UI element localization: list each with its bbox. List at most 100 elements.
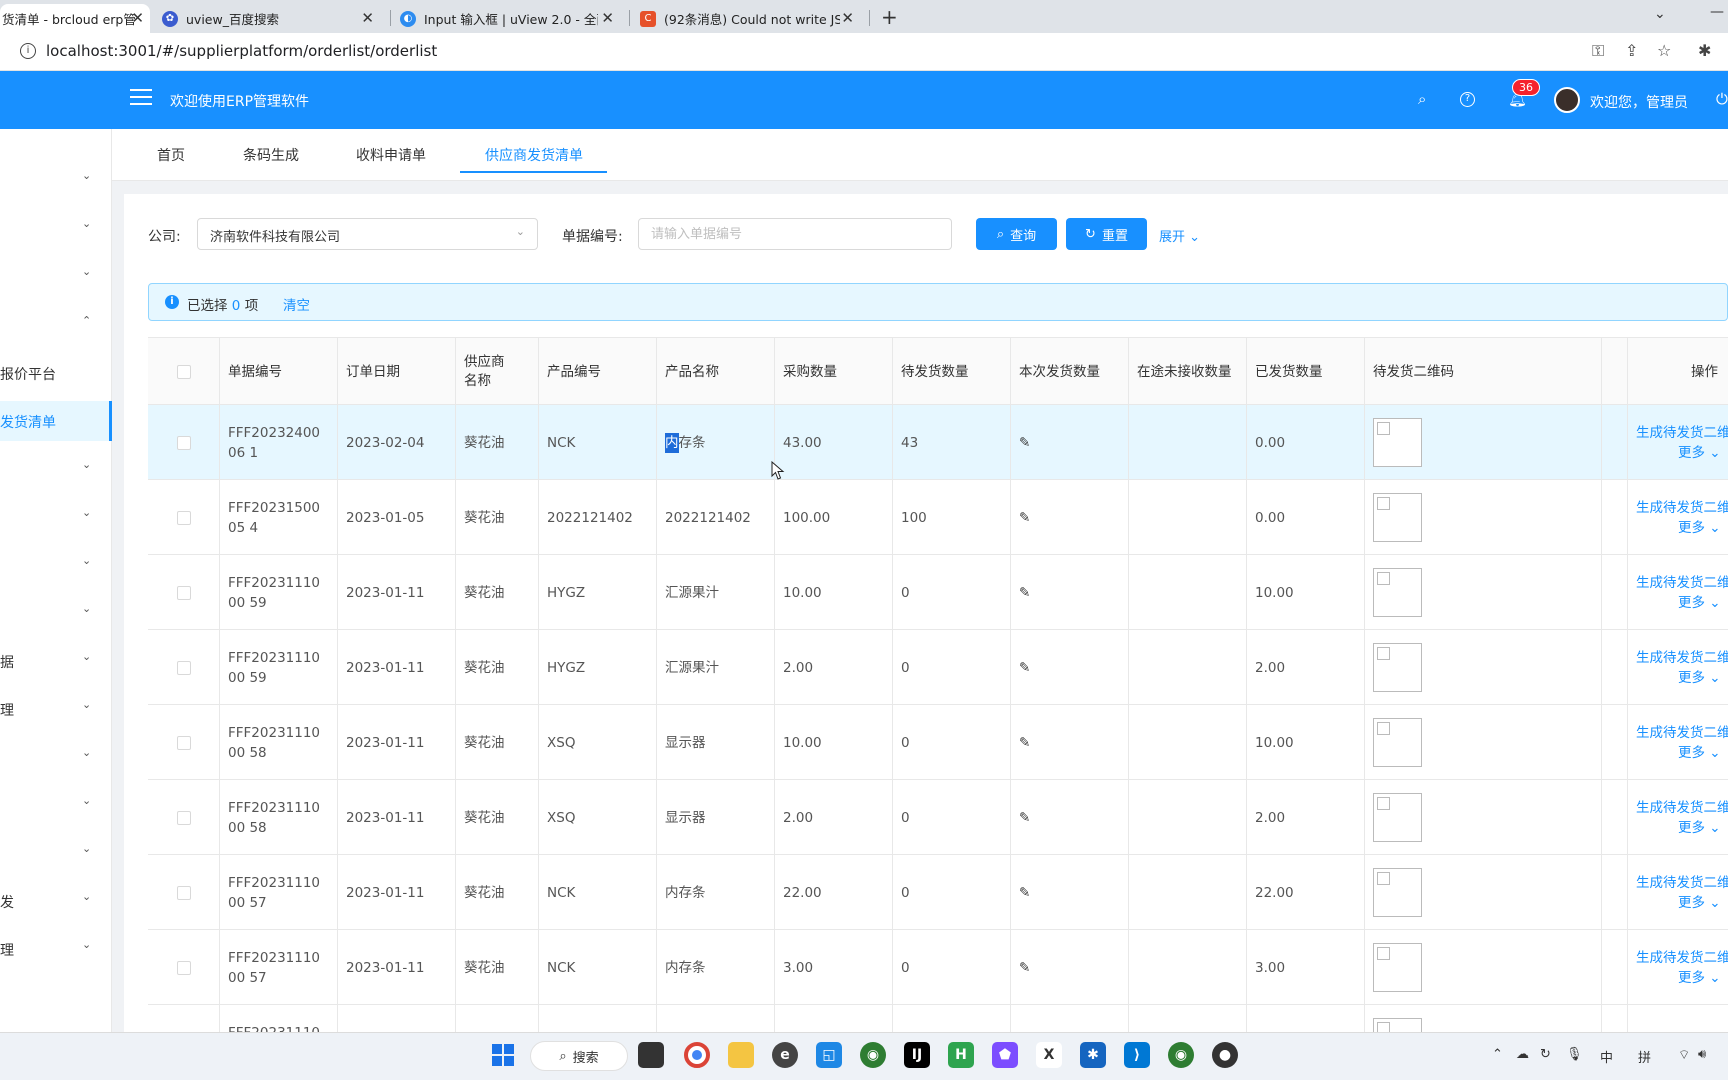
qr-checkbox[interactable] [1377,1022,1390,1032]
sidebar-item[interactable]: 发 ⌄ [0,881,112,921]
clear-selection-link[interactable]: 清空 [283,294,310,314]
minimize-icon[interactable]: — [1710,4,1724,20]
volume-icon[interactable]: 🔊︎ [1698,1047,1706,1062]
browser-tab-uview-search[interactable]: ✿ uview_百度搜索 ✕ [162,4,382,33]
ime-mode[interactable]: 拼 [1638,1047,1651,1066]
share-icon[interactable]: ⇪ [1625,41,1638,60]
more-actions-link[interactable]: 更多 ⌄ [1636,443,1721,463]
table-row[interactable]: FFF2023111000 57 2023-01-11 葵花油 NCK 内存条 3.00 0… [148,930,1728,1005]
app-icon[interactable]: ◉ [860,1042,886,1068]
close-icon[interactable]: ✕ [131,9,144,27]
doc-number-input[interactable] [638,218,952,250]
edit-icon[interactable]: ✎ [1019,658,1030,678]
more-actions-link[interactable]: 更多 ⌄ [1636,818,1721,838]
intellij-icon[interactable]: IJ [904,1042,930,1068]
row-checkbox[interactable] [176,435,191,450]
sidebar-item[interactable]: 发货清单 [0,401,112,441]
qr-checkbox[interactable] [1377,722,1390,735]
help-icon[interactable]: ? [1460,92,1475,107]
table-row[interactable]: FFF2023240006 1 2023-02-04 葵花油 NCK 内存条 43.00 4… [148,405,1728,480]
generate-qr-link[interactable]: 生成待发货二维 [1636,423,1728,443]
sidebar-item[interactable]: 据 ⌄ [0,641,112,681]
app-icon[interactable]: ✱ [1080,1042,1106,1068]
row-checkbox[interactable] [176,660,191,675]
row-checkbox[interactable] [176,585,191,600]
qr-checkbox[interactable] [1377,872,1390,885]
tab-receiving-request[interactable]: 收料申请单 [356,145,426,165]
company-select[interactable]: 济南软件科技有限公司 ⌄ [197,218,538,250]
tab-barcode[interactable]: 条码生成 [243,145,299,165]
qr-checkbox[interactable] [1377,572,1390,585]
sidebar-item[interactable]: 理 ⌄ [0,689,112,729]
qr-checkbox[interactable] [1377,497,1390,510]
edit-icon[interactable]: ✎ [1019,883,1030,903]
windows-start-icon[interactable] [490,1042,516,1068]
table-row[interactable]: FFF2023111000 58 2023-01-11 葵花油 XSQ 显示器 2.00 0… [148,780,1728,855]
sidebar-item[interactable]: ⌄ [0,737,112,777]
reset-button[interactable]: ↻ 重置 [1066,218,1147,250]
generate-qr-link[interactable]: 生成待发货二维 [1636,648,1728,668]
chevron-up-icon[interactable]: ⌃ [1492,1047,1503,1062]
sidebar-item[interactable]: ⌄ [0,208,112,248]
sidebar-item[interactable]: ⌄ [0,833,112,873]
edit-icon[interactable]: ✎ [1019,583,1030,603]
taskbar-search[interactable]: ⌕ 搜索 [530,1041,628,1071]
close-icon[interactable]: ✕ [601,9,614,27]
new-tab-icon[interactable]: + [881,5,898,29]
table-row[interactable]: FFF2023111000 59 2023-01-11 葵花油 HYGZ 汇源果汁 2.0… [148,630,1728,705]
search-icon[interactable]: ⌕ [1418,90,1426,108]
sidebar-item[interactable]: ⌄ [0,593,112,633]
tab-home[interactable]: 首页 [157,145,185,165]
generate-qr-link[interactable]: 生成待发货二维 [1636,723,1728,743]
app-icon[interactable]: ◱ [816,1042,842,1068]
qr-checkbox[interactable] [1377,947,1390,960]
more-actions-link[interactable]: 更多 ⌄ [1636,743,1721,763]
task-view-icon[interactable] [638,1042,664,1068]
table-row[interactable]: FFF2023111000 58 2023-01-11 葵花油 XSQ 显示器 10.00… [148,705,1728,780]
hbuilder-icon[interactable]: H [948,1042,974,1068]
sidebar-item[interactable]: ⌄ [0,497,112,537]
cloud-icon[interactable]: ☁ [1516,1047,1529,1062]
close-icon[interactable]: ✕ [841,9,854,27]
row-checkbox[interactable] [176,510,191,525]
logout-icon[interactable]: ⏻ [1716,90,1728,108]
xmind-icon[interactable]: X [1036,1042,1062,1068]
url-field[interactable]: localhost:3001/#/supplierplatform/orderl… [46,42,437,60]
edit-icon[interactable]: ✎ [1019,433,1030,453]
sync-icon[interactable]: ↻ [1540,1047,1551,1062]
chrome-icon[interactable] [684,1042,710,1068]
sidebar-item[interactable]: ⌄ [0,545,112,585]
qr-checkbox[interactable] [1377,797,1390,810]
close-icon[interactable]: ✕ [361,9,374,27]
edit-icon[interactable]: ✎ [1019,808,1030,828]
table-row[interactable]: FFF2023111000 57 2023-01-11 葵花油 NCK 内存条 22.00… [148,855,1728,930]
sidebar-item[interactable]: ⌄ [0,160,112,200]
select-all-checkbox[interactable] [176,365,191,379]
sidebar-item[interactable]: ⌄ [0,449,112,489]
app-icon[interactable]: e [772,1042,798,1068]
extensions-icon[interactable]: ✱ [1698,41,1711,60]
star-icon[interactable]: ☆ [1657,41,1671,60]
browser-tab-uview-input[interactable]: ◐ Input 输入框 | uView 2.0 - 全面 ✕ [400,4,622,33]
search-button[interactable]: ⌕ 查询 [976,218,1057,250]
table-row[interactable]: FFF2023111000 59 2023-01-11 葵花油 HYGZ 汇源果汁 10.… [148,555,1728,630]
generate-qr-link[interactable]: 生成待发货二维 [1636,873,1728,893]
sidebar-item[interactable]: ⌃ [0,305,112,345]
edit-icon[interactable]: ✎ [1019,508,1030,528]
tab-supplier-shipping-list[interactable]: 供应商发货清单 [485,145,583,165]
more-actions-link[interactable]: 更多 ⌄ [1636,968,1721,988]
more-actions-link[interactable]: 更多 ⌄ [1636,593,1721,613]
app-icon[interactable]: ● [1212,1042,1238,1068]
file-explorer-icon[interactable] [728,1042,754,1068]
ime-language[interactable]: 中 [1600,1047,1613,1066]
sidebar-item[interactable]: ⌄ [0,785,112,825]
browser-tab-csdn[interactable]: C (92条消息) Could not write JSO ✕ [640,4,862,33]
app-icon[interactable]: ◉ [1168,1042,1194,1068]
welcome-user[interactable]: 欢迎您，管理员 [1590,92,1688,112]
avatar[interactable] [1554,87,1580,113]
sidebar-item[interactable]: 报价平台 [0,353,112,393]
vscode-icon[interactable]: ⟩ [1124,1042,1150,1068]
chevron-down-icon[interactable]: ⌄ [1654,6,1666,22]
more-actions-link[interactable]: 更多 ⌄ [1636,518,1721,538]
wifi-icon[interactable]: ⌔ [1678,1047,1690,1063]
